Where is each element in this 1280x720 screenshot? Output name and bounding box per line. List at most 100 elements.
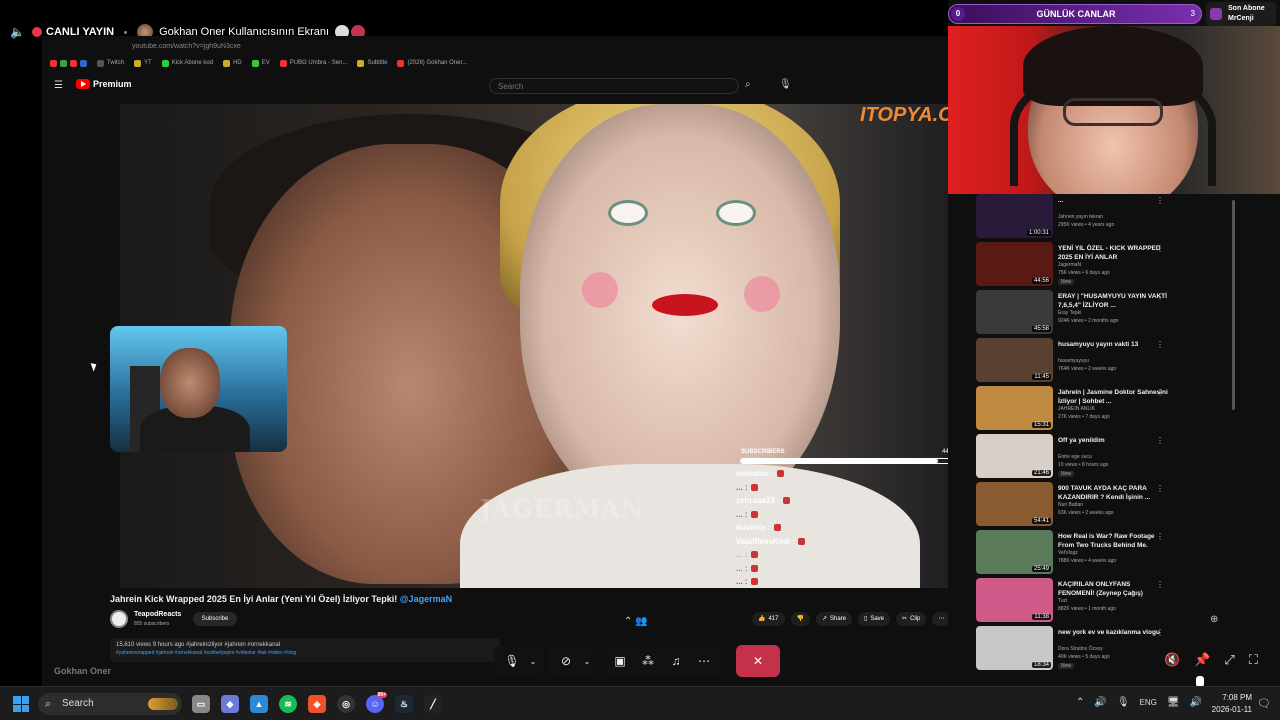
taskbar-search[interactable]: ⌕ Search bbox=[38, 693, 182, 715]
bookmark-item[interactable]: HD bbox=[223, 59, 242, 67]
related-video-channel[interactable]: Entre ege sucu bbox=[1058, 454, 1092, 460]
related-video-channel[interactable]: Tuzi bbox=[1058, 598, 1067, 604]
brave-icon[interactable]: ◈ bbox=[308, 695, 326, 713]
like-button[interactable]: 👍 417 bbox=[752, 612, 785, 626]
channel-avatar[interactable] bbox=[110, 610, 128, 628]
network-icon[interactable]: 🖥 bbox=[1167, 697, 1180, 708]
more-options-icon[interactable]: ⋮ bbox=[1156, 292, 1164, 301]
chevron-down-icon[interactable]: ⌄ bbox=[580, 646, 594, 676]
related-video-channel[interactable]: Jahrein yayın tekrarı bbox=[1058, 214, 1103, 220]
fullscreen-icon[interactable]: ⛶ bbox=[1249, 652, 1258, 668]
more-options-icon[interactable]: ⋮ bbox=[1156, 436, 1164, 445]
related-video-title[interactable]: new york ev ve kazıklanma vlogu bbox=[1058, 628, 1168, 637]
subscribe-button[interactable]: Subscribe bbox=[193, 612, 237, 626]
related-video-title[interactable]: How Real is War? Raw Footage From Two Tr… bbox=[1058, 532, 1168, 550]
related-video-title[interactable]: ... bbox=[1058, 196, 1168, 205]
chevron-down-icon[interactable]: ⌄ bbox=[526, 646, 540, 676]
bookmark-item[interactable]: PUBG Umbra - Sen... bbox=[279, 59, 347, 67]
video-thumbnail[interactable]: 45:58 bbox=[976, 290, 1053, 334]
microphone-icon[interactable]: 🎙 bbox=[498, 646, 526, 676]
related-video-title[interactable]: YENİ YIL ÖZEL - KICK WRAPPED 2025 EN İYİ… bbox=[1058, 244, 1168, 262]
related-video-title[interactable]: 900 TAVUK AYDA KAÇ PARA KAZANDIRIR ? Ken… bbox=[1058, 484, 1168, 502]
soundboard-icon[interactable]: ♫ bbox=[662, 646, 690, 676]
chevron-up-icon[interactable]: ⌃ 👥 bbox=[624, 616, 648, 627]
related-video-item[interactable]: 11:38 KAÇIRILAN ONLYFANS FENOMENİ! (Zeyne… bbox=[976, 578, 1236, 626]
video-thumbnail[interactable]: 21:46 bbox=[976, 434, 1053, 478]
mic-icon[interactable]: 🎙 bbox=[779, 79, 792, 90]
volume-icon[interactable]: 🔊 bbox=[1190, 697, 1202, 708]
related-video-title[interactable]: husamyuyu yayın vakti 13 bbox=[1058, 340, 1168, 349]
search-icon[interactable]: ⌕ bbox=[745, 79, 751, 90]
mention-link[interactable]: @JagermaN bbox=[400, 594, 452, 604]
related-video-item[interactable]: 15:31 Jahrein | Jasmine Doktor Sahnesini … bbox=[976, 386, 1236, 434]
clock[interactable]: 7:08 PM 2026-01-11 bbox=[1206, 692, 1252, 716]
spotify-icon[interactable]: ≋ bbox=[279, 695, 297, 713]
zoom-icon[interactable]: ⊕ bbox=[1210, 614, 1218, 625]
channel-name[interactable]: TeapodReacts bbox=[134, 611, 181, 618]
speaker-icon[interactable]: 🔊 bbox=[1094, 697, 1106, 708]
more-options-icon[interactable]: ⋮ bbox=[1156, 388, 1164, 397]
photos-icon[interactable]: ▲ bbox=[250, 695, 268, 713]
video-thumbnail[interactable]: 18:34 bbox=[976, 626, 1053, 670]
video-thumbnail[interactable]: 44:56 bbox=[976, 242, 1053, 286]
chevron-up-icon[interactable]: ⌃ bbox=[1076, 697, 1084, 708]
dislike-button[interactable]: 👎 bbox=[790, 612, 810, 626]
video-thumbnail[interactable]: 11:38 bbox=[976, 578, 1053, 622]
related-video-item[interactable]: 21:46 Off ya yenildim Entre ege sucu 10 vie… bbox=[976, 434, 1236, 482]
related-video-title[interactable]: Jahrein | Jasmine Doktor Sahnesini İzliy… bbox=[1058, 388, 1168, 406]
windows-start-icon[interactable] bbox=[13, 696, 29, 712]
share-button[interactable]: ↗ Share bbox=[815, 612, 853, 626]
video-thumbnail[interactable]: 11:45 bbox=[976, 338, 1053, 382]
related-video-channel[interactable]: Eray Tepki bbox=[1058, 310, 1081, 316]
save-button[interactable]: ▯ Save bbox=[858, 612, 891, 626]
menu-icon[interactable]: ☰ bbox=[54, 80, 63, 91]
url-bar[interactable]: youtube.com/watch?v=jgh9uN3cxe bbox=[42, 40, 948, 54]
video-thumbnail[interactable]: 25:49 bbox=[976, 530, 1053, 574]
mute-icon[interactable]: 🔇 bbox=[1164, 652, 1180, 668]
related-video-item[interactable]: 54:41 900 TAVUK AYDA KAÇ PARA KAZANDIRIR … bbox=[976, 482, 1236, 530]
speaker-icon[interactable]: 🔈 bbox=[10, 25, 28, 39]
language-indicator[interactable]: ENG bbox=[1140, 698, 1157, 707]
bookmark-item[interactable]: (2026) Gokhan Oner... bbox=[397, 59, 467, 67]
obs-icon[interactable]: ◎ bbox=[337, 695, 355, 713]
related-video-title[interactable]: Off ya yenildim bbox=[1058, 436, 1168, 445]
bookmark-item[interactable]: Twitch bbox=[97, 59, 124, 67]
related-video-title[interactable]: KAÇIRILAN ONLYFANS FENOMENİ! (Zeynep Çağ… bbox=[1058, 580, 1168, 598]
pin-icon[interactable]: 📌 bbox=[1194, 652, 1210, 668]
related-video-channel[interactable]: JAHREIN ANLIK bbox=[1058, 406, 1095, 412]
scrollbar[interactable] bbox=[1232, 200, 1235, 410]
more-options-icon[interactable]: ⋮ bbox=[1156, 580, 1164, 589]
more-options-icon[interactable]: ⋮ bbox=[1156, 628, 1164, 637]
more-options-icon[interactable]: ⋮ bbox=[1156, 340, 1164, 349]
related-video-item[interactable]: 44:56 YENİ YIL ÖZEL - KICK WRAPPED 2025 E… bbox=[976, 242, 1236, 290]
bookmark-item[interactable]: YT bbox=[134, 59, 152, 67]
leave-call-button[interactable]: ✕ bbox=[736, 645, 780, 677]
steam-icon[interactable]: ♨ bbox=[395, 695, 413, 713]
video-thumbnail[interactable]: 15:31 bbox=[976, 386, 1053, 430]
video-thumbnail[interactable]: 54:41 bbox=[976, 482, 1053, 526]
related-video-channel[interactable]: Nuri Battan bbox=[1058, 502, 1083, 508]
more-options-icon[interactable]: ⋮ bbox=[1156, 196, 1164, 205]
microphone-icon[interactable]: 🎙 bbox=[1117, 697, 1130, 708]
bookmark-item[interactable]: Kick Abone kod bbox=[161, 59, 213, 67]
related-video-item[interactable]: 25:49 How Real is War? Raw Footage From T… bbox=[976, 530, 1236, 578]
related-video-item[interactable]: 1:00:31... Jahrein yayın tekrarı 295K view… bbox=[976, 194, 1236, 242]
popout-icon[interactable]: ⤢ bbox=[1224, 652, 1234, 668]
screen-share-icon[interactable]: ▣ bbox=[606, 646, 634, 676]
app-icon[interactable]: ╱ bbox=[424, 695, 442, 713]
related-video-channel[interactable]: VetVlogz bbox=[1058, 550, 1078, 556]
bookmark-item[interactable]: Subtitle bbox=[357, 59, 387, 67]
search-input[interactable] bbox=[489, 78, 739, 94]
related-video-item[interactable]: 45:58 ERAY | "HUSAMYUYU YAYIN VAKTİ 7,6,5… bbox=[976, 290, 1236, 338]
related-video-channel[interactable]: husamyuyuyu bbox=[1058, 358, 1089, 364]
video-description[interactable]: 15,610 views 9 hours ago #jahreinizliyor… bbox=[110, 638, 500, 662]
clip-button[interactable]: ✂ Clip bbox=[896, 612, 927, 626]
more-options-icon[interactable]: ⋮ bbox=[1156, 484, 1164, 493]
video-thumbnail[interactable]: 1:00:31 bbox=[976, 194, 1053, 238]
bookmark-item[interactable]: EV bbox=[251, 59, 270, 67]
youtube-logo[interactable]: Premium bbox=[76, 79, 132, 89]
activities-icon[interactable]: ⁂ bbox=[634, 646, 662, 676]
related-video-title[interactable]: ERAY | "HUSAMYUYU YAYIN VAKTİ 7,6,5,4" İ… bbox=[1058, 292, 1168, 310]
app-icon[interactable]: ◆ bbox=[221, 695, 239, 713]
related-video-channel[interactable]: Dora Stratins Özsoy bbox=[1058, 646, 1103, 652]
